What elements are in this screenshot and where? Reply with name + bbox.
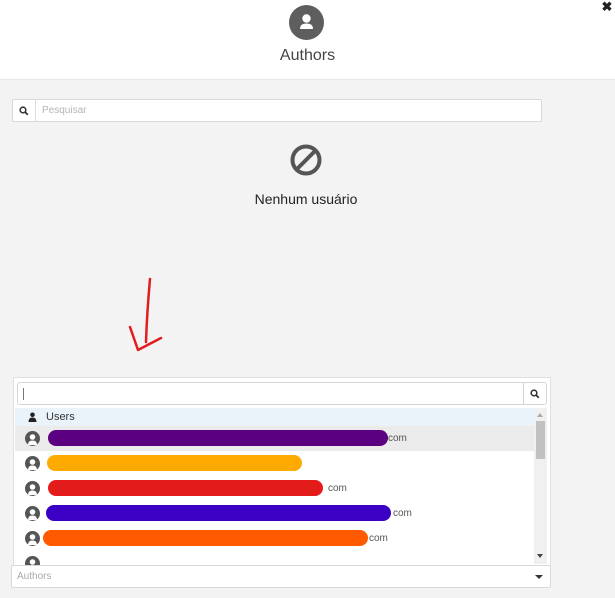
- empty-state-message: Nenhum usuário: [254, 191, 358, 207]
- list-item[interactable]: [15, 451, 534, 476]
- redaction-scribble: [43, 530, 368, 546]
- list-item[interactable]: [15, 551, 534, 565]
- list-item[interactable]: com: [15, 526, 534, 551]
- user-dropdown: Users com com com com: [13, 377, 551, 565]
- email-suffix: com: [369, 533, 388, 544]
- search-input[interactable]: [36, 100, 541, 121]
- page-title: Authors: [279, 47, 336, 64]
- email-suffix: com: [393, 508, 412, 519]
- list-item[interactable]: com: [15, 501, 534, 526]
- search-field[interactable]: [12, 99, 542, 122]
- close-icon[interactable]: ✖: [601, 0, 613, 13]
- email-suffix: com: [328, 483, 347, 494]
- search-icon[interactable]: [523, 383, 546, 404]
- redaction-scribble: [48, 430, 388, 446]
- group-label: Users: [46, 411, 75, 423]
- annotation-arrow: [128, 277, 163, 352]
- avatar-icon: [25, 506, 40, 521]
- user-icon: [28, 412, 37, 422]
- search-icon: [13, 100, 36, 121]
- redaction-scribble: [47, 455, 302, 471]
- modal-header: Authors: [0, 0, 615, 80]
- redaction-scribble: [46, 505, 391, 521]
- redaction-scribble: [48, 480, 323, 496]
- caret-down-icon: [535, 574, 543, 579]
- dropdown-search[interactable]: [17, 382, 547, 405]
- scroll-down-icon[interactable]: [537, 554, 543, 558]
- list-item[interactable]: com: [15, 426, 534, 451]
- avatar-icon: [25, 456, 40, 471]
- scrollbar-thumb[interactable]: [536, 421, 545, 459]
- list-item[interactable]: com: [15, 476, 534, 501]
- text-cursor: [23, 388, 24, 400]
- list-scrollbar[interactable]: [534, 408, 547, 564]
- user-icon: [289, 5, 324, 40]
- option-group-header: Users: [15, 408, 534, 426]
- dropdown-search-input[interactable]: [18, 383, 523, 404]
- email-suffix: com: [388, 433, 407, 444]
- authors-select[interactable]: Authors: [11, 565, 551, 588]
- scroll-up-icon[interactable]: [537, 413, 543, 417]
- avatar-icon: [25, 531, 40, 546]
- avatar-icon: [25, 431, 40, 446]
- select-placeholder: Authors: [17, 571, 52, 582]
- avatar-icon: [25, 481, 40, 496]
- avatar-icon: [25, 556, 40, 565]
- no-entry-icon: [290, 144, 322, 176]
- options-list: Users com com com com: [15, 408, 534, 565]
